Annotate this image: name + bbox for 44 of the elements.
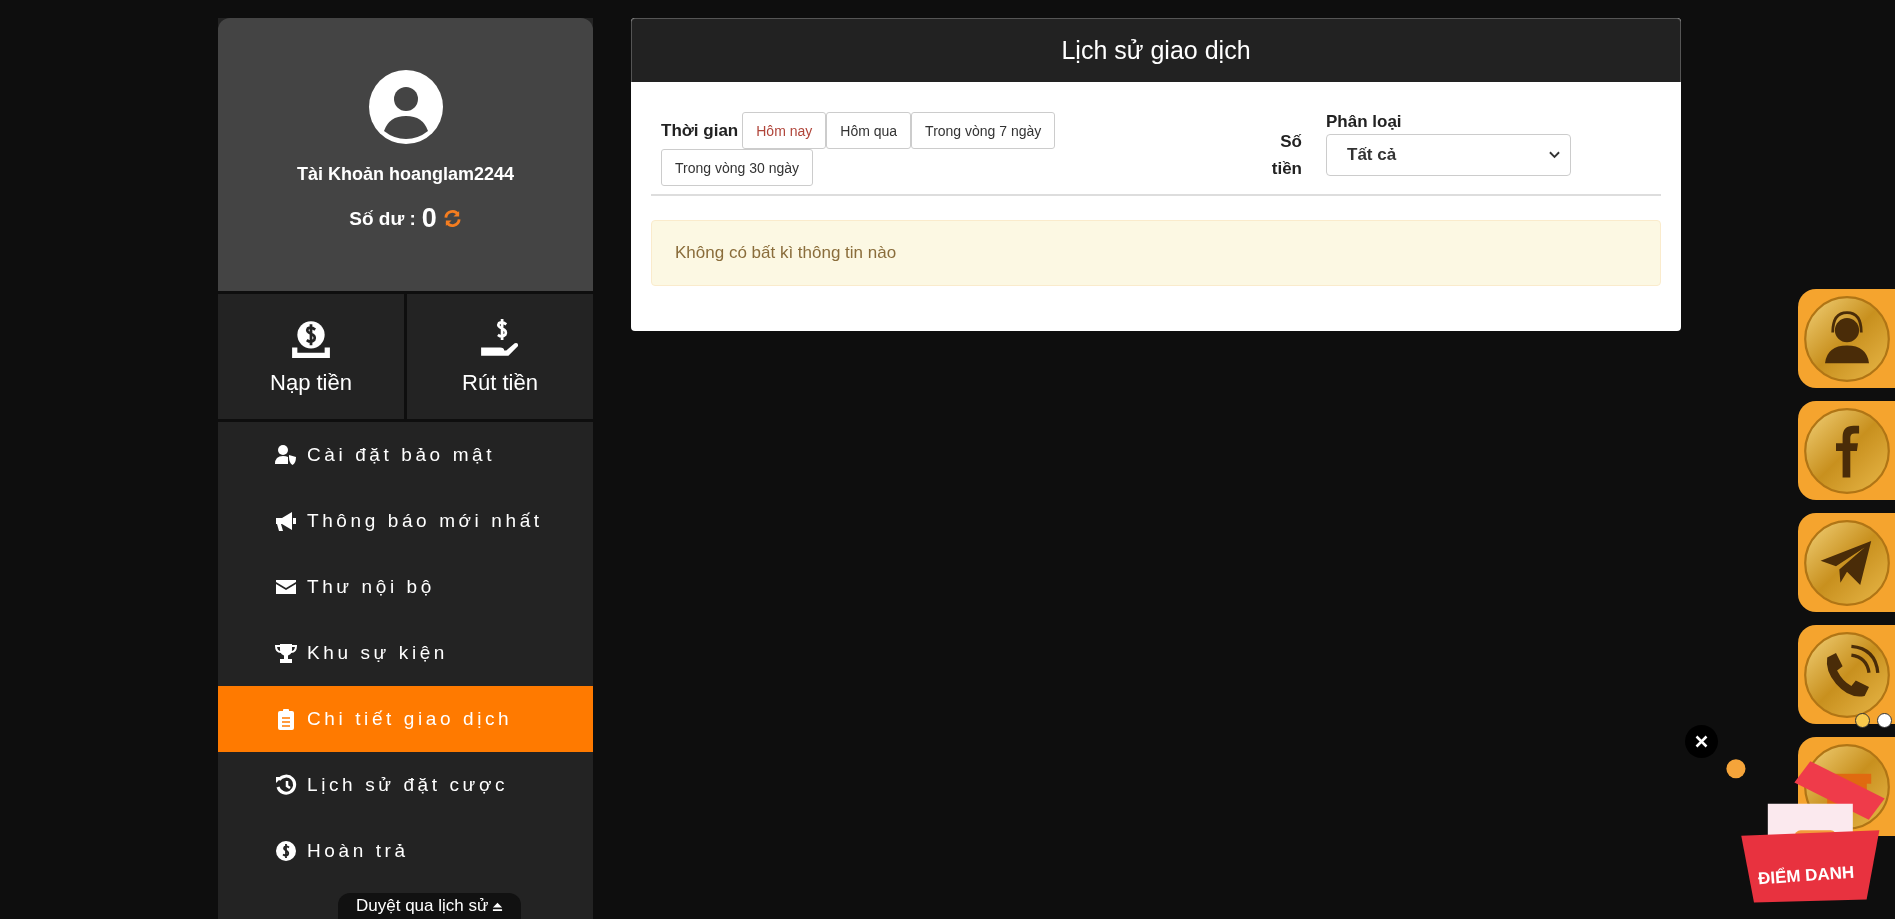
refresh-icon[interactable] <box>442 209 462 228</box>
time-filter-button[interactable]: Trong vòng 7 ngày <box>911 112 1056 149</box>
time-filter-button[interactable]: Hôm nay <box>742 112 827 149</box>
withdraw-button[interactable]: Rút tiền <box>407 294 593 419</box>
history-tab[interactable]: Duyệt qua lịch sử <box>338 893 522 919</box>
history-icon <box>275 774 297 796</box>
menu-item[interactable]: Cài đặt bảo mật <box>218 422 593 488</box>
dollar-coin-icon <box>275 840 297 862</box>
megaphone-icon <box>275 510 297 532</box>
time-filter-button[interactable]: Hôm qua <box>826 112 912 149</box>
checkin-label: ĐIỂM DANH <box>1757 862 1855 890</box>
phone-icon <box>1803 630 1891 719</box>
time-filter-button[interactable]: Trong vòng 30 ngày <box>661 149 813 186</box>
phone-button[interactable] <box>1798 625 1895 724</box>
balance-value: 0 <box>421 203 437 234</box>
deposit-button[interactable]: Nạp tiền <box>218 294 404 419</box>
support-button[interactable] <box>1798 289 1895 388</box>
amount-label: Số tiền <box>1270 131 1302 180</box>
clipboard-icon <box>275 708 297 730</box>
letter-f-icon <box>1803 406 1891 495</box>
menu-item[interactable]: Hoàn trả <box>218 818 593 884</box>
menu-item[interactable]: Lịch sử đặt cược <box>218 752 593 818</box>
facebook-button[interactable] <box>1798 401 1895 500</box>
menu-item[interactable]: Thư nội bộ <box>218 554 593 620</box>
telegram-button[interactable] <box>1798 513 1895 612</box>
close-button[interactable] <box>1685 725 1718 758</box>
empty-message: Không có bất kì thông tin nào <box>651 220 1661 286</box>
headset-agent-icon <box>1803 294 1891 383</box>
category-select[interactable]: Tất cả <box>1326 134 1571 176</box>
panel-title: Lịch sử giao dịch <box>1061 36 1251 65</box>
chevron-down-icon <box>1549 151 1560 159</box>
account-name: Tài Khoản hoanglam2244 <box>296 164 515 185</box>
user-shield-icon <box>275 444 297 466</box>
time-label: Thời gian <box>661 120 739 141</box>
checkin-gift-box[interactable]: ĐIỂM DANH <box>1720 745 1890 905</box>
trophy-icon <box>275 642 297 664</box>
menu-item[interactable]: Thông báo mới nhất <box>218 488 593 554</box>
paper-plane-icon <box>1803 518 1891 607</box>
balance-label: Số dư : <box>349 207 416 230</box>
user-avatar-icon <box>368 70 443 144</box>
category-label: Phân loại <box>1326 112 1403 132</box>
eject-icon <box>492 900 504 912</box>
menu-item[interactable]: Khu sự kiện <box>218 620 593 686</box>
close-icon <box>1694 734 1709 749</box>
